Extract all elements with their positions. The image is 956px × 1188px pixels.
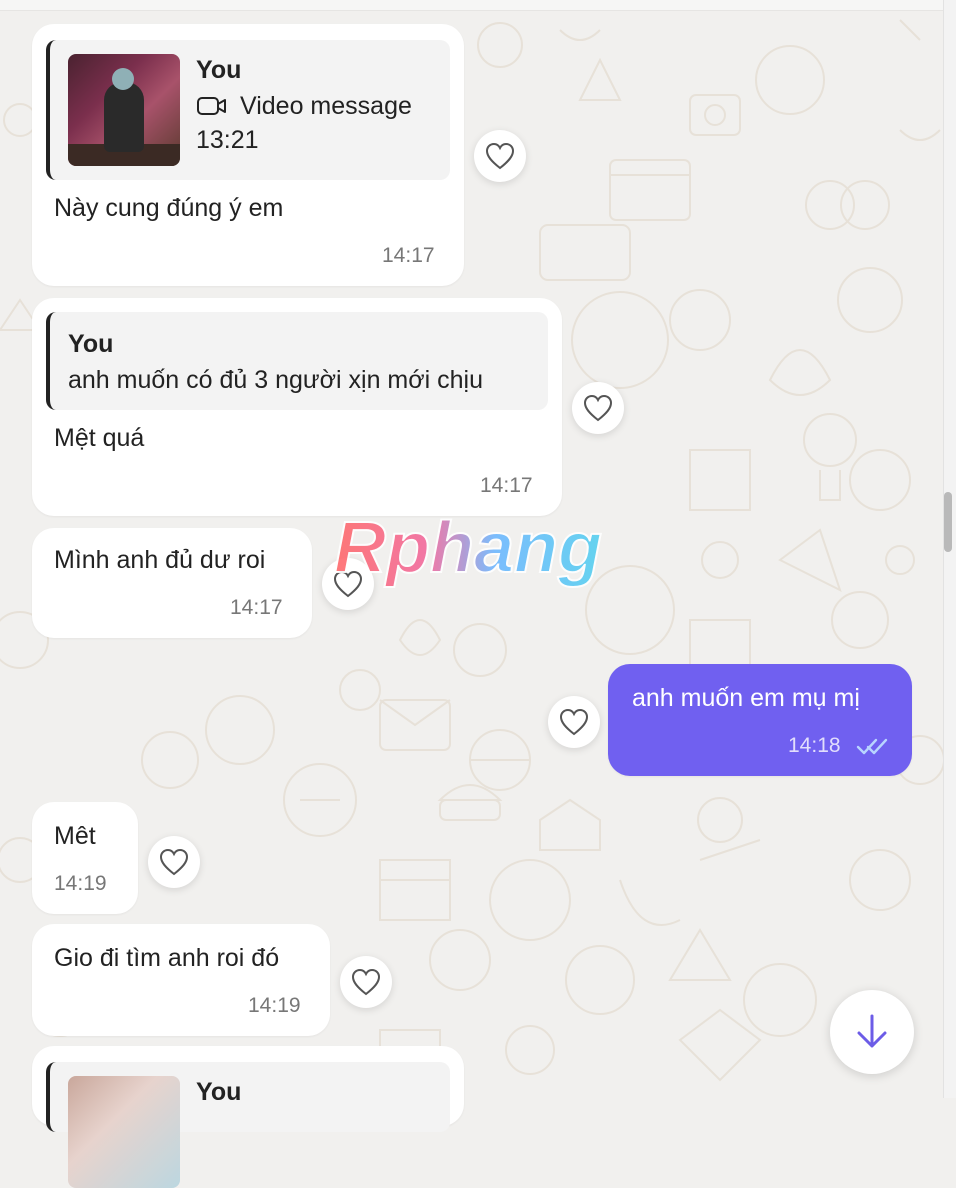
reply-quote[interactable]: You anh muốn có đủ 3 người xịn mới chịu — [46, 312, 548, 410]
message-text: Mệt quá — [54, 424, 145, 452]
reply-author: You — [68, 330, 114, 358]
reply-kind: Video message — [240, 92, 412, 120]
heart-icon — [485, 142, 515, 170]
message-bubble[interactable]: You — [32, 1046, 464, 1188]
message-text: Gio đi tìm anh roi đó — [54, 944, 280, 972]
scroll-to-bottom-button[interactable] — [830, 990, 914, 1074]
message-text: Này cung đúng ý em — [54, 194, 284, 222]
message-time: 14:18 — [788, 734, 841, 757]
react-heart-button[interactable] — [474, 130, 526, 182]
message-text: anh muốn em mụ mị — [632, 684, 860, 712]
video-camera-icon — [197, 97, 226, 115]
reply-text: anh muốn có đủ 3 người xịn mới chịu — [68, 366, 484, 394]
reply-author: You — [196, 1078, 242, 1106]
message-text: Mêt — [54, 822, 96, 850]
reply-quote[interactable]: You Video message 13:21 — [46, 40, 450, 180]
react-heart-button[interactable] — [548, 696, 600, 748]
scrollbar-thumb[interactable] — [944, 492, 952, 552]
heart-icon — [559, 708, 589, 736]
message-bubble[interactable]: You anh muốn có đủ 3 người xịn mới chịu … — [32, 298, 562, 516]
message-bubble[interactable]: Gio đi tìm anh roi đó 14:19 — [32, 924, 330, 1036]
message-time: 14:19 — [54, 872, 107, 895]
watermark-logo: Rphang — [333, 510, 603, 589]
message-text: Mình anh đủ dư roi — [54, 546, 266, 574]
message-bubble-outgoing[interactable]: anh muốn em mụ mị 14:18 — [608, 664, 912, 776]
react-heart-button[interactable] — [148, 836, 200, 888]
reply-quote[interactable]: You — [46, 1062, 450, 1188]
top-divider — [0, 0, 944, 11]
heart-icon — [159, 848, 189, 876]
message-time: 14:17 — [480, 474, 533, 497]
message-time: 14:17 — [230, 596, 283, 619]
message-time: 14:19 — [248, 994, 301, 1017]
message-bubble[interactable]: Mêt 14:19 — [32, 802, 138, 914]
react-heart-button[interactable] — [572, 382, 624, 434]
watermark-text: Rphang — [334, 510, 602, 588]
video-thumbnail[interactable] — [68, 1076, 180, 1188]
message-bubble[interactable]: Mình anh đủ dư roi 14:17 — [32, 528, 312, 638]
heart-icon — [351, 968, 381, 996]
video-thumbnail[interactable] — [68, 54, 180, 166]
reply-author: You — [196, 56, 242, 84]
double-check-icon — [856, 738, 888, 755]
message-time: 14:17 — [382, 244, 435, 267]
reply-time: 13:21 — [196, 126, 259, 154]
react-heart-button[interactable] — [340, 956, 392, 1008]
message-bubble[interactable]: You Video message 13:21 Này cung đúng ý … — [32, 24, 464, 286]
arrow-down-icon — [857, 1014, 887, 1048]
heart-icon — [583, 394, 613, 422]
